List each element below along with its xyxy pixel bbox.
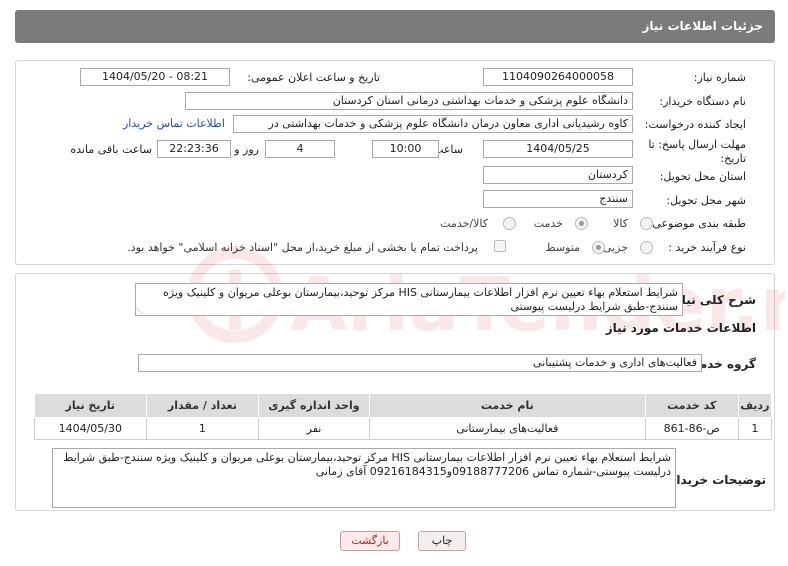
deadline-time-field[interactable]: 10:00 [372,140,439,158]
need-info-panel [15,60,775,265]
deadline-label-date: تاریخ: [720,152,746,165]
cell-unit: نفر [258,417,370,440]
cell-need-date: 1404/05/30 [34,417,147,440]
announce-label: تاریخ و ساعت اعلان عمومی: [247,71,380,84]
cell-row-number: 1 [737,417,773,440]
buyer-org-field[interactable]: دانشگاه علوم پزشکی و خدمات بهداشتی درمان… [185,92,633,110]
process-radio-minor[interactable] [640,241,653,254]
creator-field[interactable]: کاوه رشیدپانی اداری معاون درمان دانشگاه … [233,115,633,133]
remaining-time-label: ساعت باقی مانده [70,143,152,156]
cell-service-name: فعالیت‌های بیمارستانی [368,417,646,440]
deadline-label: مهلت ارسال پاسخ: تا [648,138,746,151]
process-radio-medium[interactable] [592,241,605,254]
page-header: جزئیات اطلاعات نیاز [15,10,775,43]
resize-grip-icon[interactable] [136,306,150,314]
buyer-notes-textarea[interactable]: شرایط استعلام بهاء تعیین نرم افزار اطلاع… [52,448,676,508]
need-number-label: شماره نیاز: [693,71,746,84]
col-row-number: ردیف [737,393,773,418]
buyer-notes-text: شرایط استعلام بهاء تعیین نرم افزار اطلاع… [63,451,671,478]
need-number-field[interactable]: 1104090264000058 [483,68,633,86]
services-table: ردیف کد خدمت نام خدمت واحد اندازه گیری ت… [34,393,773,440]
col-quantity: تعداد / مقدار [145,393,260,418]
remaining-time-field[interactable]: 22:23:36 [157,140,231,158]
buyer-contact-link[interactable]: اطلاعات تماس خریدار [123,117,225,130]
cell-service-code: ص-86-861 [644,417,739,440]
category-radio-goods-service[interactable] [503,217,516,230]
print-button[interactable]: چاپ [418,531,466,551]
buyer-notes-label: توضیحات خریدار: [664,473,766,487]
back-button[interactable]: بازگشت [340,531,400,551]
category-radio-service[interactable] [575,217,588,230]
category-radio-goods[interactable] [640,217,653,230]
process-option-medium: متوسط [545,241,580,254]
cell-quantity: 1 [145,417,260,440]
creator-label: ایجاد کننده درخواست: [644,118,746,131]
treasury-payment-checkbox[interactable] [494,240,506,252]
category-option-goods-service: کالا/خدمت [440,217,488,230]
service-group-field[interactable]: فعالیت‌های اداری و خدمات پشتیبانی [138,354,702,372]
province-label: استان محل تحویل: [659,170,746,183]
treasury-payment-note: پرداخت تمام یا بخشی از مبلغ خرید،از محل … [127,241,478,254]
category-option-service: خدمت [533,217,563,230]
col-need-date: تاریخ نیاز [34,393,147,418]
process-label: نوع فرآیند خرید : [668,241,746,254]
col-service-name: نام خدمت [368,393,646,418]
summary-text: شرایط استعلام بهاء تعیین نرم افزار اطلاع… [163,286,678,313]
city-label: شهر محل تحویل: [666,194,746,207]
announce-datetime-field[interactable]: 1404/05/20 - 08:21 [80,68,230,86]
table-header-row: ردیف کد خدمت نام خدمت واحد اندازه گیری ت… [34,393,773,418]
city-field[interactable]: سنندج [483,190,633,208]
col-service-code: کد خدمت [644,393,739,418]
process-option-minor: جزیی [602,241,628,254]
category-option-goods: کالا [613,217,628,230]
buyer-org-label: نام دستگاه خریدار: [659,95,746,108]
services-heading: اطلاعات خدمات مورد نیاز [605,321,756,335]
table-row[interactable]: 1 ص-86-861 فعالیت‌های بیمارستانی نفر 1 1… [34,417,773,440]
page-title: جزئیات اطلاعات نیاز [642,19,763,33]
col-unit: واحد اندازه گیری [258,393,370,418]
category-label: طبقه بندی موضوعی: [648,217,746,230]
summary-textarea[interactable]: شرایط استعلام بهاء تعیین نرم افزار اطلاع… [135,283,683,316]
days-label: روز و [234,143,259,156]
deadline-date-field[interactable]: 1404/05/25 [483,140,633,158]
days-remaining-field[interactable]: 4 [265,140,335,158]
province-field[interactable]: کردستان [483,166,633,184]
